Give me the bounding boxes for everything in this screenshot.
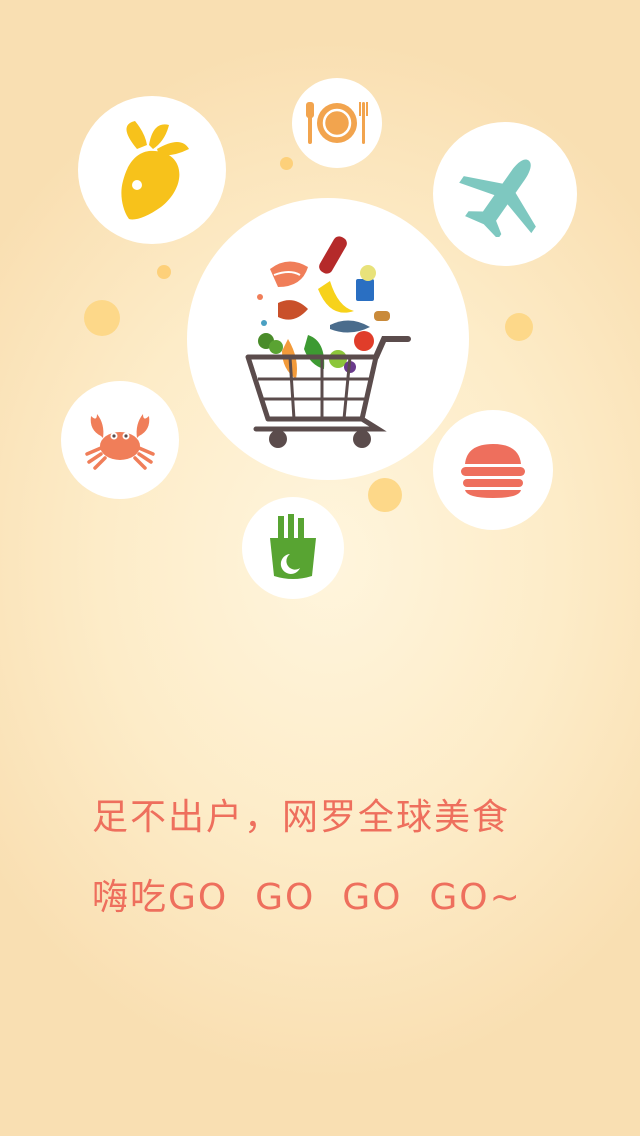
decor-dot [368, 478, 402, 512]
burger-icon [461, 444, 525, 498]
mango-bubble [78, 96, 226, 244]
decor-dot [280, 157, 293, 170]
decor-dot [505, 313, 533, 341]
slogan-line-2: 嗨吃GO GO GO GO~ [92, 877, 522, 918]
airplane-icon [459, 159, 536, 237]
crab-icon [85, 414, 155, 470]
cart-bubble [187, 198, 469, 480]
crab-bubble [61, 381, 179, 499]
slogan-line-1: 足不出户，网罗全球美食 [92, 797, 511, 838]
drink-cup-icon [270, 514, 316, 579]
plate-bubble [292, 78, 382, 168]
airplane-bubble [433, 122, 577, 266]
shopping-cart-groceries-icon [245, 236, 411, 448]
dinner-plate-icon [306, 102, 368, 144]
mango-icon [121, 121, 189, 220]
drink-bubble [242, 497, 344, 599]
decor-dot [84, 300, 120, 336]
decor-dot [157, 265, 171, 279]
burger-bubble [433, 410, 553, 530]
